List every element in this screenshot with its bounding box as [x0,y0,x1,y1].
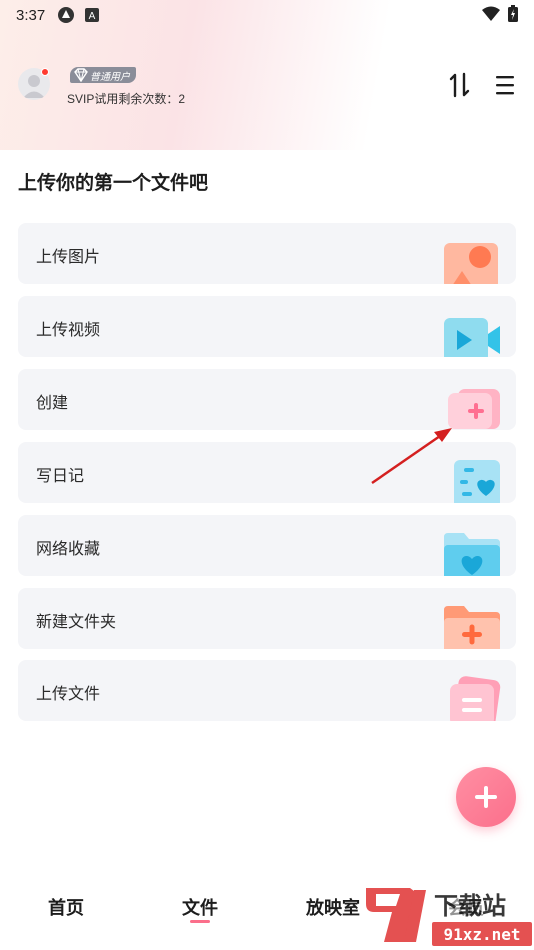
svg-text:A: A [89,11,96,22]
write-diary-card[interactable]: 写日记 [18,442,516,503]
wifi-icon [482,6,500,21]
card-label: 创建 [36,393,69,412]
battery-icon [508,5,518,22]
nav-files[interactable]: 文件 [182,894,218,920]
new-folder-card[interactable]: 新建文件夹 [18,588,516,649]
notification-dot [41,68,49,76]
app-notification-icon [58,7,75,23]
status-time: 3:37 [16,6,46,24]
card-label: 写日记 [36,466,85,485]
user-level-badge[interactable]: 普通用户 [70,67,136,83]
user-header: 普通用户 SVIP试用剩余次数：2 [0,60,534,110]
a-notification-icon: A [85,8,100,22]
upload-video-card[interactable]: 上传视频 [18,296,516,357]
image-icon [444,243,498,284]
watermark-brand-bottom: 91xz.net [443,925,520,944]
nav-active-indicator [190,920,210,923]
status-bar: 3:37 A [0,0,534,30]
watermark-brand-top: 下载站 [434,892,506,920]
new-folder-icon [444,606,500,649]
create-plus-icon [448,389,500,429]
card-label: 上传图片 [36,247,101,266]
upload-file-card[interactable]: 上传文件 [18,660,516,721]
watermark-logo: 下载站 91xz.net [366,888,532,946]
diamond-icon [74,68,88,82]
add-floating-button[interactable] [456,767,516,827]
page-title: 上传你的第一个文件吧 [18,172,209,194]
menu-icon[interactable] [494,72,516,98]
card-label: 网络收藏 [36,539,101,558]
nav-home[interactable]: 首页 [48,894,84,920]
sort-icon[interactable] [448,72,472,98]
create-card[interactable]: 创建 [18,369,516,430]
video-icon [444,318,500,357]
web-favorites-card[interactable]: 网络收藏 [18,515,516,576]
site-watermark: 下载站 91xz.net [362,878,534,950]
upload-image-card[interactable]: 上传图片 [18,223,516,284]
card-label: 上传文件 [36,684,101,703]
nav-screening-room[interactable]: 放映室 [306,894,360,920]
badge-label: 普通用户 [90,71,130,83]
card-label: 上传视频 [36,320,101,339]
file-icon [450,676,501,721]
diary-heart-icon [454,460,500,503]
svip-trial-count: SVIP试用剩余次数：2 [67,92,186,106]
favorite-folder-icon [444,533,500,576]
card-label: 新建文件夹 [36,612,117,631]
